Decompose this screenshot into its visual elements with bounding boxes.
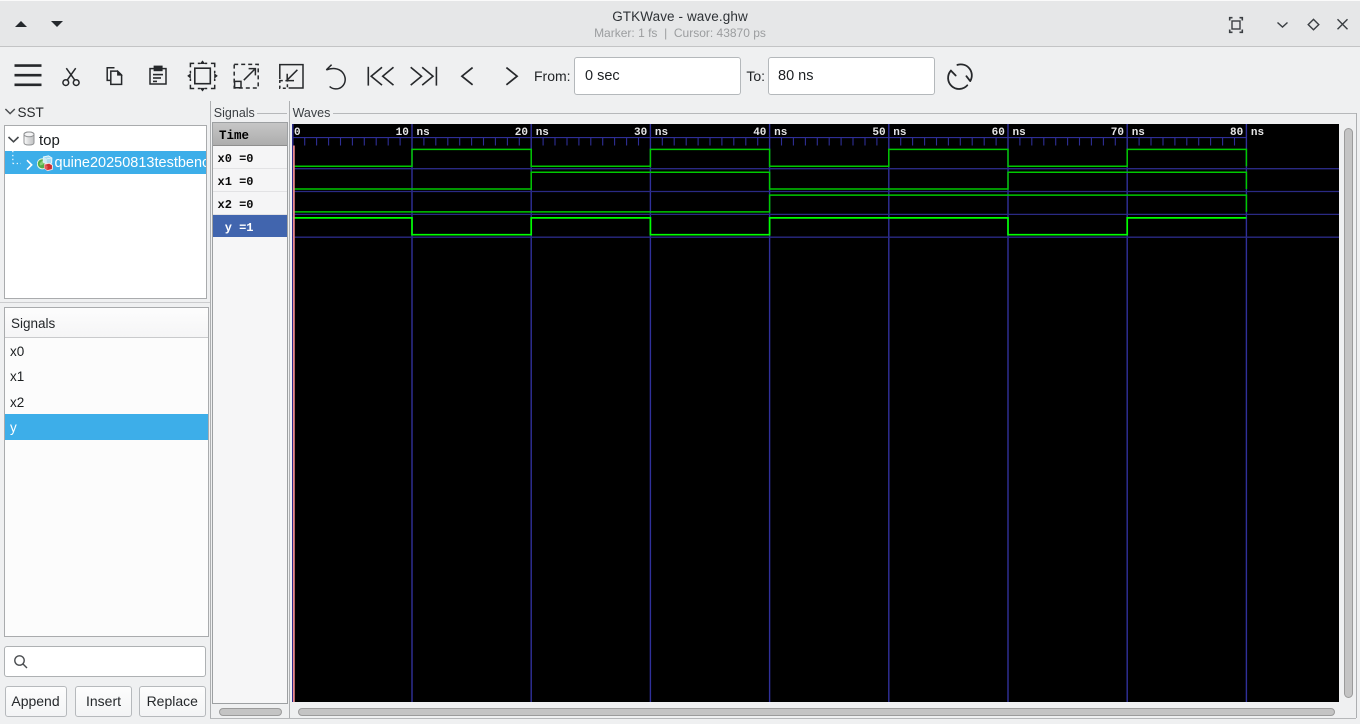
svg-text:50: 50 — [872, 127, 885, 139]
svg-text:ns: ns — [774, 127, 787, 139]
svg-text:70: 70 — [1111, 127, 1124, 139]
svg-text:ns: ns — [536, 127, 549, 139]
svg-text:40: 40 — [753, 127, 766, 139]
svg-text:ns: ns — [655, 127, 668, 139]
svg-text:20: 20 — [515, 127, 528, 139]
svg-text:60: 60 — [992, 127, 1005, 139]
svg-text:ns: ns — [893, 127, 906, 139]
svg-text:30: 30 — [634, 127, 647, 139]
svg-text:0: 0 — [294, 127, 301, 139]
svg-text:ns: ns — [1251, 127, 1264, 139]
svg-text:10: 10 — [396, 127, 409, 139]
svg-text:ns: ns — [1013, 127, 1026, 139]
svg-text:ns: ns — [417, 127, 430, 139]
svg-text:80: 80 — [1230, 127, 1243, 139]
svg-text:ns: ns — [1132, 127, 1145, 139]
